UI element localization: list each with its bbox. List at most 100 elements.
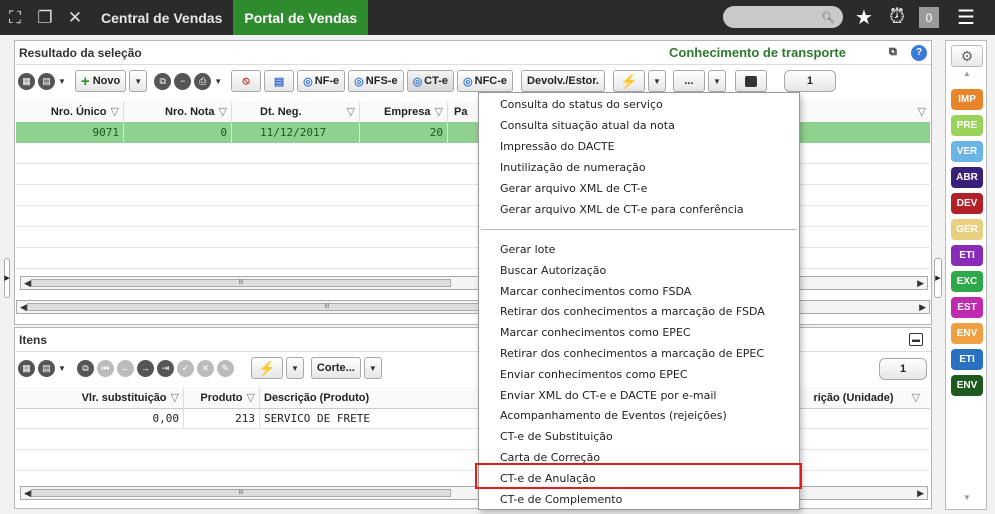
scroll-left-icon[interactable]: ◀ — [21, 488, 31, 499]
filter-icon[interactable]: ▽ — [247, 391, 255, 404]
menu-item[interactable]: Enviar XML do CT-e e DACTE por e-mail — [500, 389, 717, 402]
actions-dropdown[interactable]: ▼ — [647, 70, 666, 92]
menu-item[interactable]: Enviar conhecimentos como EPEC — [500, 368, 688, 381]
col-vlr-substituicao[interactable]: Vlr. substituição ▽ — [16, 387, 184, 408]
menu-item[interactable]: Inutilização de numeração — [500, 161, 646, 174]
menu-item[interactable]: Buscar Autorização — [500, 264, 606, 277]
filter-icon[interactable]: ▽ — [918, 105, 926, 118]
sidebar-button-est[interactable]: EST — [951, 297, 983, 318]
grid-icon[interactable]: ▦ — [18, 72, 35, 90]
sidebar-button-exc[interactable]: EXC — [951, 271, 983, 292]
search-input[interactable]: 🔍︎ — [723, 6, 843, 28]
clock-icon[interactable]: ⏰︎ — [884, 0, 910, 35]
copy-icon[interactable]: ⧉ — [889, 46, 897, 59]
corte-dropdown[interactable]: ▼ — [363, 357, 382, 379]
sidebar-button-dev[interactable]: DEV — [951, 193, 983, 214]
scroll-thumb[interactable]: III — [31, 489, 451, 497]
novo-button[interactable]: + Novo — [74, 70, 127, 92]
corte-button[interactable]: Corte... — [310, 357, 361, 379]
sidebar-button-ver[interactable]: VER — [951, 141, 983, 162]
scroll-up-icon[interactable]: ▲ — [951, 69, 983, 81]
filter-icon[interactable]: ▽ — [171, 391, 179, 404]
nfe-button[interactable]: ◎ NF-e — [297, 70, 346, 92]
windows-icon[interactable]: ❐ — [30, 0, 60, 35]
help-icon[interactable]: ? — [911, 44, 927, 61]
filter-icon[interactable]: ▽ — [435, 105, 443, 118]
scroll-left-icon[interactable]: ◀ — [17, 302, 27, 313]
print-icon[interactable]: ⎙ — [194, 72, 212, 90]
edit-icon[interactable]: ✎ — [216, 359, 234, 377]
scroll-down-icon[interactable]: ▼ — [951, 493, 983, 505]
remove-icon[interactable]: − — [174, 72, 192, 90]
devolv-estor-button[interactable]: Devolv./Estor. — [521, 70, 605, 92]
col-empresa[interactable]: Empresa ▽ — [360, 101, 448, 122]
page-number[interactable]: 1 — [783, 70, 836, 92]
col-dt-neg[interactable]: Dt. Neg. ▽ — [232, 101, 360, 122]
report-icon-button[interactable]: ▤ — [264, 70, 295, 92]
sidebar-button-ger[interactable]: GER — [951, 219, 983, 240]
novo-dropdown[interactable]: ▼ — [129, 70, 148, 92]
fullscreen-icon[interactable]: ⛶ — [0, 0, 30, 35]
col-nro-unico[interactable]: Nro. Único ▽ — [16, 101, 124, 122]
tab-portal-de-vendas[interactable]: Portal de Vendas — [233, 0, 369, 35]
menu-item[interactable]: Gerar arquivo XML de CT-e para conferênc… — [500, 203, 744, 216]
menu-icon[interactable]: ☰ — [950, 0, 982, 35]
menu-item[interactable]: Marcar conhecimentos como FSDA — [500, 285, 691, 298]
more-dropdown[interactable]: ▼ — [707, 70, 726, 92]
first-icon[interactable]: ⏮ — [96, 359, 114, 377]
nfse-button[interactable]: ◎ NFS-e — [348, 70, 404, 92]
chevron-down-icon[interactable]: ▼ — [58, 77, 66, 86]
cancel-icon-button[interactable]: ⦸ — [231, 70, 262, 92]
menu-item[interactable]: Marcar conhecimentos como EPEC — [500, 326, 691, 339]
notification-badge[interactable]: 0 — [919, 7, 939, 28]
items-page-number[interactable]: 1 — [879, 358, 927, 380]
menu-item[interactable]: Gerar arquivo XML de CT-e — [500, 182, 647, 195]
filter-icon[interactable]: ▽ — [347, 105, 355, 118]
filter-icon[interactable]: ▽ — [111, 105, 119, 118]
menu-item[interactable]: Retirar dos conhecimentos a marcação de … — [500, 347, 764, 360]
sidebar-button-env[interactable]: ENV — [951, 323, 983, 344]
sidebar-button-eti[interactable]: ETI — [951, 245, 983, 266]
minimize-icon[interactable]: ▬ — [909, 333, 923, 346]
sidebar-button-pre[interactable]: PRE — [951, 115, 983, 136]
col-nro-nota[interactable]: Nro. Nota ▽ — [124, 101, 232, 122]
grid-icon[interactable]: ▦ — [18, 359, 35, 377]
tab-central-de-vendas[interactable]: Central de Vendas — [90, 0, 233, 35]
more-button[interactable]: ... — [672, 70, 705, 92]
menu-item[interactable]: Impressão do DACTE — [500, 140, 615, 153]
last-icon[interactable]: ⇥ — [156, 359, 174, 377]
col-produto[interactable]: Produto ▽ — [184, 387, 260, 408]
copy-icon[interactable]: ⧉ — [76, 359, 94, 377]
filter-icon[interactable]: ▽ — [219, 105, 227, 118]
menu-item[interactable]: Acompanhamento de Eventos (rejeições) — [500, 409, 727, 422]
scroll-left-icon[interactable]: ◀ — [21, 278, 31, 289]
menu-item[interactable]: CT-e de Substituição — [500, 430, 613, 443]
menu-item[interactable]: Consulta situação atual da nota — [500, 119, 675, 132]
scroll-right-icon[interactable]: ▶ — [917, 488, 927, 499]
actions-dropdown[interactable]: ▼ — [285, 357, 304, 379]
scroll-thumb[interactable]: III — [31, 279, 451, 287]
chevron-down-icon[interactable]: ▼ — [58, 364, 66, 373]
sidebar-button-imp[interactable]: IMP — [951, 89, 983, 110]
menu-item[interactable]: Gerar lote — [500, 243, 555, 256]
cancel-icon[interactable]: ✕ — [196, 359, 214, 377]
sidebar-button-eti[interactable]: ETI — [951, 349, 983, 370]
left-splitter-handle[interactable]: ▶ — [4, 258, 10, 298]
copy-icon[interactable]: ⧉ — [154, 72, 172, 90]
previous-icon[interactable]: ← — [116, 359, 134, 377]
right-splitter-handle[interactable]: ▶ — [934, 258, 942, 298]
layout-icon[interactable]: ▤ — [38, 359, 55, 377]
menu-item[interactable]: CT-e de Complemento — [500, 493, 622, 506]
filter-icon[interactable]: ▽ — [912, 391, 920, 404]
gear-icon[interactable]: ⚙ — [951, 45, 983, 67]
scroll-right-icon[interactable]: ▶ — [917, 278, 927, 289]
layout-icon[interactable]: ▤ — [38, 72, 55, 90]
menu-item[interactable]: Consulta do status do serviço — [500, 98, 663, 111]
scroll-right-icon[interactable]: ▶ — [919, 302, 929, 313]
nfce-button[interactable]: ◎ NFC-e — [457, 70, 514, 92]
bag-button[interactable] — [734, 70, 767, 92]
chevron-down-icon[interactable]: ▼ — [214, 77, 222, 86]
col-descricao[interactable]: Descrição (Produto) — [260, 387, 480, 408]
actions-button[interactable]: ⚡ — [612, 70, 645, 92]
check-icon[interactable]: ✓ — [176, 359, 194, 377]
